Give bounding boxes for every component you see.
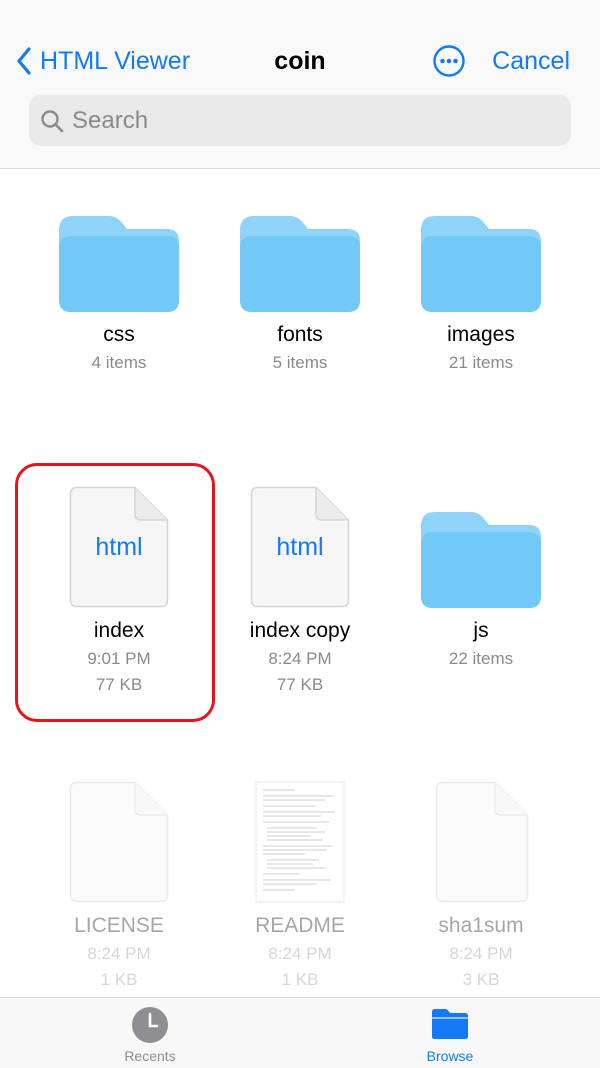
tab-bar: Recents Browse <box>0 997 600 1068</box>
text-document-icon <box>255 781 345 903</box>
item-count: 5 items <box>272 353 328 372</box>
item-size: 1 KB <box>100 970 138 989</box>
item-name: js <box>473 619 489 642</box>
document-icon <box>69 781 169 903</box>
cancel-button[interactable]: Cancel <box>492 44 570 78</box>
item-date: 9:01 PM <box>87 649 151 668</box>
item-count: 22 items <box>448 649 514 668</box>
file-type-label: html <box>95 533 143 561</box>
search-icon <box>41 109 64 132</box>
item-name: README <box>255 914 345 937</box>
search-input[interactable] <box>70 105 544 136</box>
item-name: css <box>103 323 135 346</box>
item-name: sha1sum <box>438 914 524 937</box>
item-size: 3 KB <box>462 970 500 989</box>
item-date: 8:24 PM <box>268 649 332 668</box>
item-name: index copy <box>249 619 351 642</box>
file-type-label: html <box>276 533 324 561</box>
item-date: 8:24 PM <box>449 944 513 963</box>
item-size: 77 KB <box>95 675 143 694</box>
folder-icon <box>59 216 179 312</box>
more-options-icon[interactable] <box>433 45 465 77</box>
item-name: index <box>93 619 145 642</box>
clock-icon <box>132 1007 168 1043</box>
item-date: 8:24 PM <box>268 944 332 963</box>
item-size: 77 KB <box>276 675 324 694</box>
tab-recents[interactable]: Recents <box>70 998 230 1068</box>
tab-label: Browse <box>426 1048 474 1064</box>
folder-icon <box>421 216 541 312</box>
item-count: 21 items <box>448 353 514 372</box>
item-name: fonts <box>277 323 323 346</box>
folder-icon <box>421 512 541 608</box>
item-size: 1 KB <box>281 970 319 989</box>
navigation-header: HTML Viewer coin Cancel <box>0 0 600 169</box>
folder-icon <box>432 1009 468 1039</box>
item-count: 4 items <box>91 353 147 372</box>
search-bar[interactable] <box>29 95 571 146</box>
item-name: LICENSE <box>74 914 164 937</box>
item-date: 8:24 PM <box>87 944 151 963</box>
folder-icon <box>240 216 360 312</box>
tab-label: Recents <box>124 1048 176 1064</box>
item-name: images <box>447 323 515 346</box>
document-icon <box>435 781 529 903</box>
tab-browse[interactable]: Browse <box>370 998 530 1068</box>
